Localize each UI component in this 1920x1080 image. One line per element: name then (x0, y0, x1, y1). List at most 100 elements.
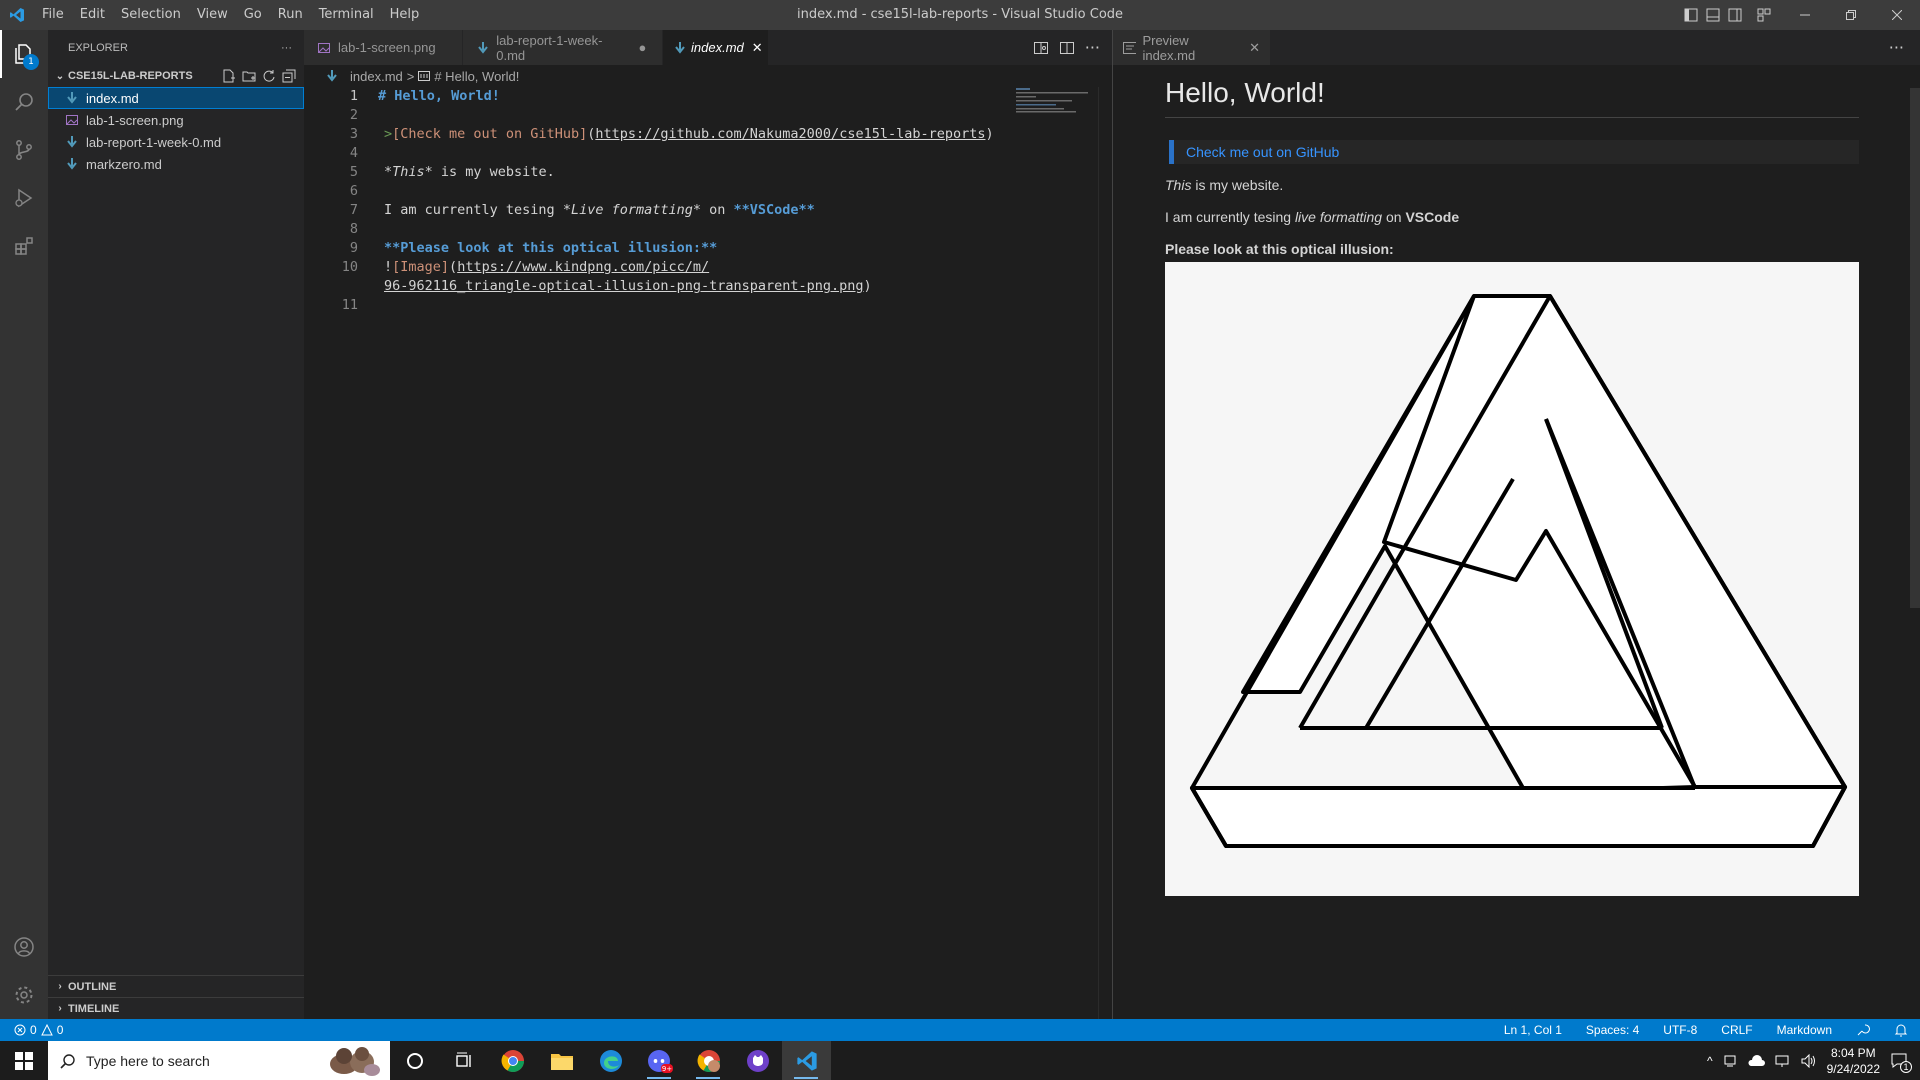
accounts-icon[interactable] (0, 923, 48, 971)
code-line: 7 I am currently tesing *Live formatting*… (304, 201, 1112, 220)
breadcrumb-symbol[interactable]: # Hello, World! (434, 69, 519, 84)
notification-count: 1 (1900, 1060, 1912, 1073)
chrome-icon[interactable] (488, 1041, 537, 1080)
search-icon[interactable] (0, 78, 48, 126)
image-file-icon (64, 112, 80, 128)
toggle-primary-sidebar-icon[interactable] (1680, 0, 1702, 30)
collapse-all-icon[interactable] (282, 69, 296, 83)
menu-edit[interactable]: Edit (72, 0, 113, 30)
refresh-icon[interactable] (262, 69, 276, 83)
line-number: 5 (349, 164, 358, 180)
network-icon[interactable] (1775, 1054, 1791, 1068)
line-number: 6 (349, 183, 358, 199)
link-url[interactable]: https://github.com/Nakuma2000/cse15l-lab… (595, 126, 985, 142)
github-link[interactable]: Check me out on GitHub (1186, 144, 1339, 160)
run-debug-icon[interactable] (0, 174, 48, 222)
settings-gear-icon[interactable] (0, 971, 48, 1019)
title-bar: File Edit Selection View Go Run Terminal… (0, 0, 1920, 30)
menu-go[interactable]: Go (236, 0, 270, 30)
unsaved-dot-icon[interactable]: ● (633, 40, 652, 55)
file-item-lab-1-screen-png[interactable]: lab-1-screen.png (48, 109, 304, 131)
open-preview-to-side-icon[interactable] (1033, 40, 1049, 56)
device-icon[interactable] (1723, 1054, 1737, 1068)
explorer-icon[interactable]: 1 (0, 30, 48, 78)
preview-scrollbar[interactable] (1910, 88, 1920, 608)
windows-start-icon[interactable] (0, 1041, 48, 1080)
emphasis-text: *Live formatting* (562, 202, 701, 218)
code-line: 5 *This* is my website. (304, 163, 1112, 182)
breadcrumb-file[interactable]: index.md (350, 69, 403, 84)
editor-scrollbar[interactable] (1098, 87, 1112, 1019)
code-editor[interactable]: 1 # Hello, World! 2 3 >[Check me out on Gi… (304, 87, 1112, 315)
timeline-section-header[interactable]: › TIMELINE (48, 997, 304, 1019)
customize-layout-icon[interactable] (1746, 0, 1782, 30)
vscode-taskbar-icon[interactable] (782, 1041, 831, 1080)
clock-date: 9/24/2022 (1826, 1061, 1880, 1076)
volume-icon[interactable] (1801, 1053, 1817, 1068)
menu-help[interactable]: Help (382, 0, 428, 30)
symbol-string-icon (418, 69, 431, 84)
notifications-bell-icon[interactable] (1894, 1023, 1908, 1037)
outline-section-header[interactable]: › OUTLINE (48, 975, 304, 997)
toggle-secondary-sidebar-icon[interactable] (1724, 0, 1746, 30)
chrome-profile-icon[interactable] (684, 1041, 733, 1080)
plain-text: on (700, 202, 734, 218)
explorer-title: EXPLORER (68, 41, 128, 54)
action-center-icon[interactable]: 1 (1890, 1051, 1912, 1073)
file-item-markzero-md[interactable]: markzero.md (48, 153, 304, 175)
close-window-icon[interactable] (1874, 0, 1920, 30)
indentation[interactable]: Spaces: 4 (1586, 1023, 1639, 1037)
new-file-icon[interactable] (222, 69, 236, 83)
menu-view[interactable]: View (189, 0, 236, 30)
file-item-lab-report-1-week-0-md[interactable]: lab-report-1-week-0.md (48, 131, 304, 153)
vscode-logo-icon[interactable] (0, 0, 34, 30)
line-number: 2 (349, 107, 358, 123)
cursor-position[interactable]: Ln 1, Col 1 (1504, 1023, 1562, 1037)
file-explorer-icon[interactable] (537, 1041, 586, 1080)
close-tab-icon[interactable]: ✕ (752, 40, 763, 56)
image-url[interactable]: https://www.kindpng.com/picc/m/ (457, 259, 709, 275)
more-actions-icon[interactable]: ··· (1889, 30, 1920, 65)
tab-lab-1-screen-png[interactable]: lab-1-screen.png (304, 30, 463, 65)
feedback-icon[interactable] (1856, 1023, 1870, 1037)
taskbar-clock[interactable]: 8:04 PM 9/24/2022 (1827, 1045, 1880, 1077)
explorer-more-icon[interactable]: ··· (281, 42, 292, 54)
split-editor-icon[interactable] (1059, 40, 1075, 56)
file-item-index-md[interactable]: index.md (48, 87, 304, 109)
encoding[interactable]: UTF-8 (1663, 1023, 1697, 1037)
language-mode[interactable]: Markdown (1777, 1023, 1832, 1037)
minimap[interactable] (1016, 87, 1096, 117)
folder-section-header[interactable]: ⌄ CSE15L-LAB-REPORTS (48, 65, 304, 87)
edge-icon[interactable] (586, 1041, 635, 1080)
restore-icon[interactable] (1828, 0, 1874, 30)
plain-text: I am currently tesing (1165, 209, 1295, 225)
taskbar-search-box[interactable]: Type here to search (48, 1041, 390, 1080)
timeline-label: TIMELINE (68, 1002, 120, 1015)
onedrive-cloud-icon[interactable] (1747, 1054, 1765, 1067)
line-number: 3 (349, 126, 358, 142)
tab-index-md[interactable]: index.md ✕ (663, 30, 769, 65)
toggle-panel-icon[interactable] (1702, 0, 1724, 30)
task-view-cortana-icon[interactable] (390, 1041, 439, 1080)
menu-run[interactable]: Run (270, 0, 311, 30)
paren: ) (863, 278, 872, 294)
end-of-line[interactable]: CRLF (1721, 1023, 1752, 1037)
tab-preview-index-md[interactable]: Preview index.md ✕ (1113, 30, 1270, 65)
show-hidden-icons-chevron-up-icon[interactable]: ^ (1707, 1054, 1713, 1068)
github-desktop-icon[interactable] (733, 1041, 782, 1080)
minimize-icon[interactable] (1782, 0, 1828, 30)
more-actions-icon[interactable]: ··· (1085, 38, 1100, 57)
tab-lab-report-1-week-0-md[interactable]: lab-report-1-week-0.md ● (463, 30, 663, 65)
image-url-continued[interactable]: 96-962116_triangle-optical-illusion-png-… (384, 278, 864, 294)
new-folder-icon[interactable] (242, 69, 256, 83)
task-view-icon[interactable] (439, 1041, 488, 1080)
menu-selection[interactable]: Selection (113, 0, 189, 30)
source-control-icon[interactable] (0, 126, 48, 174)
close-tab-icon[interactable]: ✕ (1249, 40, 1260, 56)
markdown-preview-group: Preview index.md ✕ ··· Hello, World! Che… (1112, 30, 1920, 1019)
menu-terminal[interactable]: Terminal (311, 0, 382, 30)
discord-icon[interactable]: 9+ (635, 1041, 684, 1080)
extensions-icon[interactable] (0, 222, 48, 270)
menu-file[interactable]: File (34, 0, 72, 30)
problems-indicator[interactable]: 0 0 (0, 1023, 63, 1037)
